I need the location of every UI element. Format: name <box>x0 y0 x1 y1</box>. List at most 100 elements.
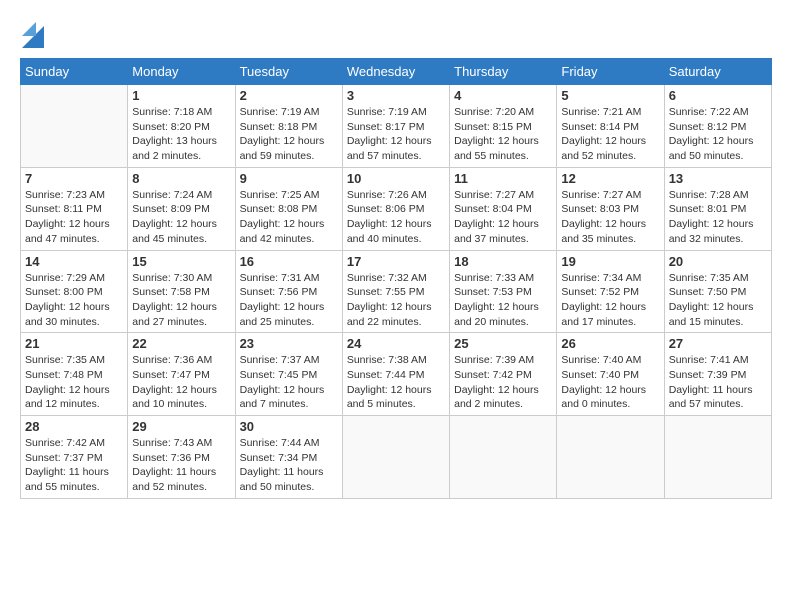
calendar-body: 1 Sunrise: 7:18 AMSunset: 8:20 PMDaylight… <box>21 85 772 499</box>
calendar-cell: 24 Sunrise: 7:38 AMSunset: 7:44 PMDayligh… <box>342 333 449 416</box>
calendar-cell <box>557 416 664 499</box>
day-info: Sunrise: 7:21 AMSunset: 8:14 PMDaylight:… <box>561 105 659 164</box>
calendar-cell: 8 Sunrise: 7:24 AMSunset: 8:09 PMDaylight… <box>128 167 235 250</box>
weekday-header-friday: Friday <box>557 59 664 85</box>
calendar-cell: 16 Sunrise: 7:31 AMSunset: 7:56 PMDayligh… <box>235 250 342 333</box>
calendar-cell: 20 Sunrise: 7:35 AMSunset: 7:50 PMDayligh… <box>664 250 771 333</box>
weekday-header-saturday: Saturday <box>664 59 771 85</box>
day-number: 20 <box>669 254 767 269</box>
calendar-cell <box>450 416 557 499</box>
weekday-header-wednesday: Wednesday <box>342 59 449 85</box>
calendar-cell: 19 Sunrise: 7:34 AMSunset: 7:52 PMDayligh… <box>557 250 664 333</box>
calendar-cell: 5Sunrise: 7:21 AMSunset: 8:14 PMDaylight… <box>557 85 664 168</box>
calendar-cell: 9Sunrise: 7:25 AMSunset: 8:08 PMDaylight… <box>235 167 342 250</box>
day-number: 19 <box>561 254 659 269</box>
day-info: Sunrise: 7:34 AMSunset: 7:52 PMDaylight:… <box>561 271 659 330</box>
day-info: Sunrise: 7:32 AMSunset: 7:55 PMDaylight:… <box>347 271 445 330</box>
day-info: Sunrise: 7:19 AMSunset: 8:17 PMDaylight:… <box>347 105 445 164</box>
calendar-cell: 25 Sunrise: 7:39 AMSunset: 7:42 PMDayligh… <box>450 333 557 416</box>
day-info: Sunrise: 7:23 AMSunset: 8:11 PMDaylight:… <box>25 188 123 247</box>
calendar-cell: 6 Sunrise: 7:22 AMSunset: 8:12 PMDaylight… <box>664 85 771 168</box>
day-number: 4 <box>454 88 552 103</box>
day-info: Sunrise: 7:18 AMSunset: 8:20 PMDaylight:… <box>132 105 230 164</box>
day-number: 1 <box>132 88 230 103</box>
calendar-table: SundayMondayTuesdayWednesdayThursdayFrid… <box>20 58 772 499</box>
day-number: 26 <box>561 336 659 351</box>
calendar-cell: 14 Sunrise: 7:29 AMSunset: 8:00 PMDayligh… <box>21 250 128 333</box>
calendar-cell: 22 Sunrise: 7:36 AMSunset: 7:47 PMDayligh… <box>128 333 235 416</box>
day-info: Sunrise: 7:33 AMSunset: 7:53 PMDaylight:… <box>454 271 552 330</box>
calendar-cell: 28Sunrise: 7:42 AMSunset: 7:37 PMDayligh… <box>21 416 128 499</box>
day-info: Sunrise: 7:44 AMSunset: 7:34 PMDaylight:… <box>240 436 338 495</box>
calendar-cell: 1 Sunrise: 7:18 AMSunset: 8:20 PMDaylight… <box>128 85 235 168</box>
day-number: 18 <box>454 254 552 269</box>
day-number: 7 <box>25 171 123 186</box>
day-number: 14 <box>25 254 123 269</box>
day-number: 27 <box>669 336 767 351</box>
day-number: 12 <box>561 171 659 186</box>
day-number: 23 <box>240 336 338 351</box>
weekday-header-thursday: Thursday <box>450 59 557 85</box>
day-number: 11 <box>454 171 552 186</box>
calendar-cell: 4 Sunrise: 7:20 AMSunset: 8:15 PMDaylight… <box>450 85 557 168</box>
calendar-cell: 17 Sunrise: 7:32 AMSunset: 7:55 PMDayligh… <box>342 250 449 333</box>
day-number: 29 <box>132 419 230 434</box>
calendar-week-4: 21Sunrise: 7:35 AMSunset: 7:48 PMDayligh… <box>21 333 772 416</box>
day-info: Sunrise: 7:38 AMSunset: 7:44 PMDaylight:… <box>347 353 445 412</box>
calendar-cell: 30 Sunrise: 7:44 AMSunset: 7:34 PMDayligh… <box>235 416 342 499</box>
calendar-cell: 27 Sunrise: 7:41 AMSunset: 7:39 PMDayligh… <box>664 333 771 416</box>
day-info: Sunrise: 7:19 AMSunset: 8:18 PMDaylight:… <box>240 105 338 164</box>
day-number: 13 <box>669 171 767 186</box>
calendar-cell <box>21 85 128 168</box>
day-info: Sunrise: 7:43 AMSunset: 7:36 PMDaylight:… <box>132 436 230 495</box>
calendar-cell: 15Sunrise: 7:30 AMSunset: 7:58 PMDayligh… <box>128 250 235 333</box>
calendar-week-1: 1 Sunrise: 7:18 AMSunset: 8:20 PMDaylight… <box>21 85 772 168</box>
day-info: Sunrise: 7:30 AMSunset: 7:58 PMDaylight:… <box>132 271 230 330</box>
calendar-week-3: 14 Sunrise: 7:29 AMSunset: 8:00 PMDayligh… <box>21 250 772 333</box>
day-info: Sunrise: 7:35 AMSunset: 7:48 PMDaylight:… <box>25 353 123 412</box>
calendar-cell <box>664 416 771 499</box>
calendar-cell: 21Sunrise: 7:35 AMSunset: 7:48 PMDayligh… <box>21 333 128 416</box>
weekday-header-monday: Monday <box>128 59 235 85</box>
day-number: 17 <box>347 254 445 269</box>
day-info: Sunrise: 7:29 AMSunset: 8:00 PMDaylight:… <box>25 271 123 330</box>
calendar-cell <box>342 416 449 499</box>
calendar-cell: 26Sunrise: 7:40 AMSunset: 7:40 PMDayligh… <box>557 333 664 416</box>
day-info: Sunrise: 7:25 AMSunset: 8:08 PMDaylight:… <box>240 188 338 247</box>
day-number: 16 <box>240 254 338 269</box>
day-info: Sunrise: 7:39 AMSunset: 7:42 PMDaylight:… <box>454 353 552 412</box>
day-info: Sunrise: 7:28 AMSunset: 8:01 PMDaylight:… <box>669 188 767 247</box>
day-info: Sunrise: 7:20 AMSunset: 8:15 PMDaylight:… <box>454 105 552 164</box>
day-info: Sunrise: 7:22 AMSunset: 8:12 PMDaylight:… <box>669 105 767 164</box>
day-info: Sunrise: 7:42 AMSunset: 7:37 PMDaylight:… <box>25 436 123 495</box>
day-number: 10 <box>347 171 445 186</box>
calendar-cell: 23Sunrise: 7:37 AMSunset: 7:45 PMDayligh… <box>235 333 342 416</box>
day-number: 30 <box>240 419 338 434</box>
calendar-header: SundayMondayTuesdayWednesdayThursdayFrid… <box>21 59 772 85</box>
calendar-week-2: 7 Sunrise: 7:23 AMSunset: 8:11 PMDaylight… <box>21 167 772 250</box>
day-info: Sunrise: 7:41 AMSunset: 7:39 PMDaylight:… <box>669 353 767 412</box>
day-number: 3 <box>347 88 445 103</box>
day-number: 6 <box>669 88 767 103</box>
day-number: 24 <box>347 336 445 351</box>
calendar-cell: 2Sunrise: 7:19 AMSunset: 8:18 PMDaylight… <box>235 85 342 168</box>
day-number: 25 <box>454 336 552 351</box>
logo-icon <box>22 16 44 48</box>
weekday-header-sunday: Sunday <box>21 59 128 85</box>
day-info: Sunrise: 7:27 AMSunset: 8:04 PMDaylight:… <box>454 188 552 247</box>
day-info: Sunrise: 7:24 AMSunset: 8:09 PMDaylight:… <box>132 188 230 247</box>
day-info: Sunrise: 7:35 AMSunset: 7:50 PMDaylight:… <box>669 271 767 330</box>
page: SundayMondayTuesdayWednesdayThursdayFrid… <box>0 0 792 612</box>
day-info: Sunrise: 7:36 AMSunset: 7:47 PMDaylight:… <box>132 353 230 412</box>
calendar-cell: 3 Sunrise: 7:19 AMSunset: 8:17 PMDaylight… <box>342 85 449 168</box>
header <box>20 16 772 48</box>
day-info: Sunrise: 7:31 AMSunset: 7:56 PMDaylight:… <box>240 271 338 330</box>
calendar-cell: 10 Sunrise: 7:26 AMSunset: 8:06 PMDayligh… <box>342 167 449 250</box>
calendar-week-5: 28Sunrise: 7:42 AMSunset: 7:37 PMDayligh… <box>21 416 772 499</box>
calendar-cell: 7 Sunrise: 7:23 AMSunset: 8:11 PMDaylight… <box>21 167 128 250</box>
day-number: 22 <box>132 336 230 351</box>
day-info: Sunrise: 7:26 AMSunset: 8:06 PMDaylight:… <box>347 188 445 247</box>
logo <box>20 16 44 48</box>
weekday-header-tuesday: Tuesday <box>235 59 342 85</box>
day-number: 8 <box>132 171 230 186</box>
